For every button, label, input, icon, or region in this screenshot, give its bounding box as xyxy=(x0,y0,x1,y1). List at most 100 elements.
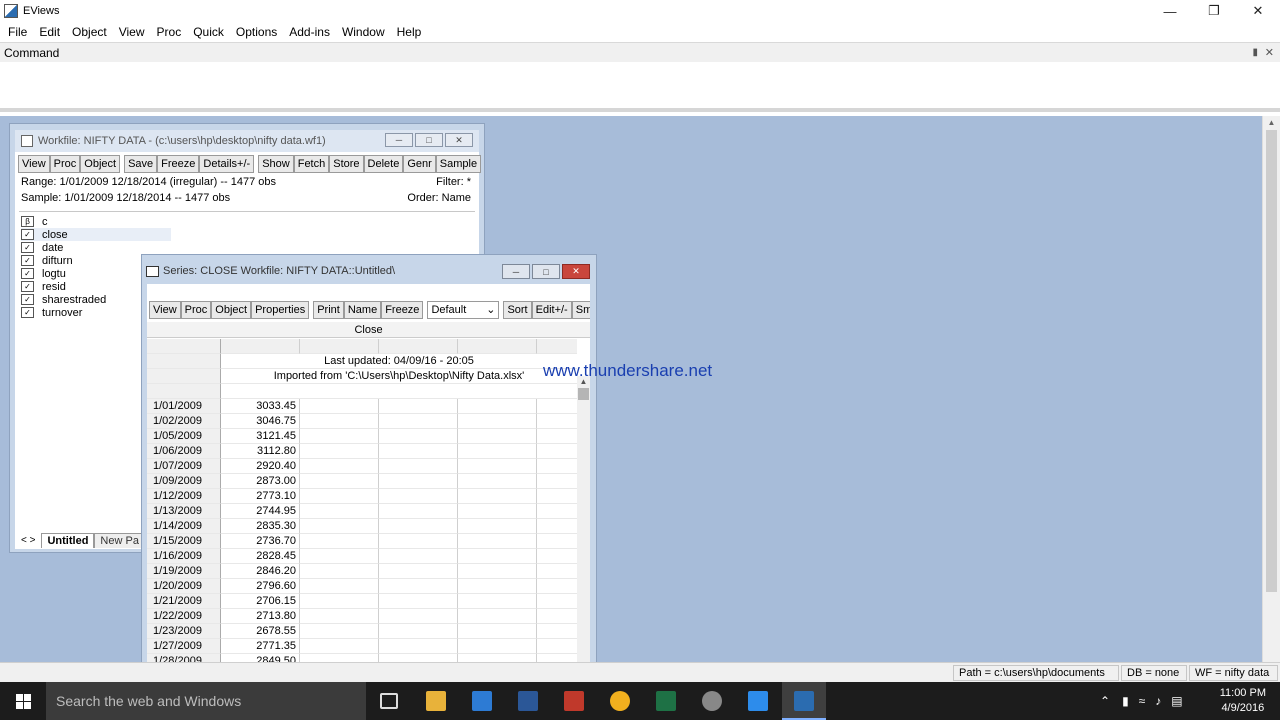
row-date-label[interactable]: 1/27/2009 xyxy=(147,639,221,654)
empty-cell[interactable] xyxy=(379,459,458,474)
empty-cell[interactable] xyxy=(537,444,577,459)
menu-addins[interactable]: Add-ins xyxy=(283,25,336,39)
settings-icon[interactable] xyxy=(702,691,722,711)
start-button[interactable] xyxy=(0,682,46,720)
empty-cell[interactable] xyxy=(458,504,537,519)
row-date-label[interactable]: 1/02/2009 xyxy=(147,414,221,429)
empty-cell[interactable] xyxy=(458,549,537,564)
empty-cell[interactable] xyxy=(379,519,458,534)
empty-cell[interactable] xyxy=(458,489,537,504)
empty-cell[interactable] xyxy=(379,654,458,662)
row-date-label[interactable]: 1/23/2009 xyxy=(147,624,221,639)
row-date-label[interactable]: 1/15/2009 xyxy=(147,534,221,549)
empty-cell[interactable] xyxy=(379,474,458,489)
empty-cell[interactable] xyxy=(537,654,577,662)
close-value-cell[interactable]: 2773.10 xyxy=(221,489,300,504)
empty-cell[interactable] xyxy=(379,564,458,579)
row-date-label[interactable]: 1/12/2009 xyxy=(147,489,221,504)
empty-cell[interactable] xyxy=(379,639,458,654)
menu-view[interactable]: View xyxy=(113,25,151,39)
empty-cell[interactable] xyxy=(458,654,537,662)
empty-cell[interactable] xyxy=(379,429,458,444)
sr-object-button[interactable]: Object xyxy=(211,301,252,319)
empty-cell[interactable] xyxy=(458,474,537,489)
empty-cell[interactable] xyxy=(458,414,537,429)
tab-new-page[interactable]: New Pa xyxy=(94,533,145,548)
scroll-thumb[interactable] xyxy=(578,388,589,400)
menu-file[interactable]: File xyxy=(2,25,33,39)
workfile-order[interactable]: Order: Name xyxy=(407,192,471,204)
sr-name-button[interactable]: Name xyxy=(343,301,382,319)
row-date-label[interactable]: 1/05/2009 xyxy=(147,429,221,444)
chevron-up-icon[interactable]: ⌃ xyxy=(1100,694,1110,708)
empty-cell[interactable] xyxy=(379,489,458,504)
close-value-cell[interactable]: 2920.40 xyxy=(221,459,300,474)
close-value-cell[interactable]: 2771.35 xyxy=(221,639,300,654)
close-value-cell[interactable]: 3112.80 xyxy=(221,444,300,459)
empty-cell[interactable] xyxy=(537,609,577,624)
tab-nav-arrows[interactable]: < > xyxy=(21,535,35,546)
empty-cell[interactable] xyxy=(379,579,458,594)
close-value-cell[interactable]: 2835.30 xyxy=(221,519,300,534)
file-explorer-icon[interactable] xyxy=(426,691,446,711)
recorder-icon[interactable] xyxy=(748,691,768,711)
empty-cell[interactable] xyxy=(300,594,379,609)
row-date-label[interactable]: 1/16/2009 xyxy=(147,549,221,564)
empty-cell[interactable] xyxy=(379,399,458,414)
empty-cell[interactable] xyxy=(300,399,379,414)
close-value-cell[interactable]: 2796.60 xyxy=(221,579,300,594)
close-value-cell[interactable]: 2706.15 xyxy=(221,594,300,609)
empty-cell[interactable] xyxy=(458,429,537,444)
row-date-label[interactable]: 1/28/2009 xyxy=(147,654,221,662)
sr-view-button[interactable]: View xyxy=(149,301,181,319)
taskbar-search-input[interactable]: Search the web and Windows xyxy=(46,682,366,720)
empty-cell[interactable] xyxy=(458,594,537,609)
sr-smpl-button[interactable]: Smpl+ xyxy=(571,301,590,319)
wf-genr-button[interactable]: Genr xyxy=(403,155,436,173)
scroll-thumb[interactable] xyxy=(1266,130,1277,592)
series-scrollbar[interactable]: ▲ xyxy=(577,376,590,662)
workfile-sample[interactable]: Sample: 1/01/2009 12/18/2014 -- 1477 obs xyxy=(21,192,230,204)
close-value-cell[interactable]: 2873.00 xyxy=(221,474,300,489)
empty-cell[interactable] xyxy=(537,474,577,489)
empty-cell[interactable] xyxy=(458,444,537,459)
workfile-filter[interactable]: Filter: * xyxy=(436,176,471,188)
empty-cell[interactable] xyxy=(458,519,537,534)
wifi-icon[interactable]: ≈ xyxy=(1139,694,1146,708)
wf-proc-button[interactable]: Proc xyxy=(49,155,81,173)
empty-cell[interactable] xyxy=(458,459,537,474)
empty-cell[interactable] xyxy=(379,414,458,429)
close-value-cell[interactable]: 2828.45 xyxy=(221,549,300,564)
row-date-label[interactable]: 1/19/2009 xyxy=(147,564,221,579)
list-item[interactable]: ✓ close xyxy=(21,228,171,241)
list-item[interactable]: β c xyxy=(21,215,171,228)
empty-cell[interactable] xyxy=(300,549,379,564)
menu-window[interactable]: Window xyxy=(336,25,391,39)
empty-cell[interactable] xyxy=(300,474,379,489)
empty-cell[interactable] xyxy=(537,489,577,504)
series-minimize-button[interactable]: ─ xyxy=(502,264,530,279)
workfile-close-button[interactable]: ✕ xyxy=(445,133,473,147)
empty-cell[interactable] xyxy=(537,399,577,414)
last-updated-cell[interactable]: Last updated: 04/09/16 - 20:05 xyxy=(221,354,577,369)
wf-freeze-button[interactable]: Freeze xyxy=(157,155,200,173)
acrobat-icon[interactable] xyxy=(564,691,584,711)
sr-sort-button[interactable]: Sort xyxy=(503,301,532,319)
store-icon[interactable] xyxy=(472,691,492,711)
empty-cell[interactable] xyxy=(458,609,537,624)
restore-button[interactable]: ❐ xyxy=(1192,0,1236,22)
volume-icon[interactable]: ♪ xyxy=(1155,694,1161,708)
empty-cell[interactable] xyxy=(537,594,577,609)
close-value-cell[interactable]: 3046.75 xyxy=(221,414,300,429)
menu-proc[interactable]: Proc xyxy=(151,25,188,39)
main-vertical-scrollbar[interactable]: ▲ xyxy=(1262,116,1280,662)
empty-cell[interactable] xyxy=(458,639,537,654)
sr-print-button[interactable]: Print xyxy=(313,301,344,319)
empty-cell[interactable] xyxy=(300,444,379,459)
word-icon[interactable] xyxy=(518,691,538,711)
empty-cell[interactable] xyxy=(379,624,458,639)
row-date-label[interactable]: 1/06/2009 xyxy=(147,444,221,459)
row-date-label[interactable]: 1/07/2009 xyxy=(147,459,221,474)
empty-cell[interactable] xyxy=(300,489,379,504)
chrome-icon[interactable] xyxy=(610,691,630,711)
